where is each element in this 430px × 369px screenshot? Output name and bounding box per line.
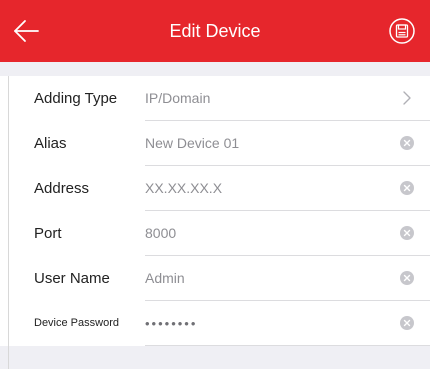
bottom-area: [0, 346, 430, 369]
user-name-label: User Name: [34, 270, 110, 287]
chevron-right-icon: [403, 91, 411, 105]
clear-icon[interactable]: [400, 226, 414, 240]
clear-icon[interactable]: [400, 316, 414, 330]
device-password-input[interactable]: ••••••••: [145, 301, 375, 346]
address-input[interactable]: [145, 166, 375, 211]
device-password-label: Device Password: [34, 317, 119, 329]
adding-type-label: Adding Type: [34, 90, 118, 107]
device-password-row: Device Password ••••••••: [0, 301, 430, 346]
clear-icon[interactable]: [400, 271, 414, 285]
address-label: Address: [34, 180, 90, 197]
port-row: Port: [0, 211, 430, 256]
section-spacer: [0, 62, 430, 76]
adding-type-row[interactable]: Adding Type IP/Domain: [0, 76, 430, 121]
clear-icon[interactable]: [400, 136, 414, 150]
user-name-row: User Name: [0, 256, 430, 301]
address-row: Address: [0, 166, 430, 211]
left-border: [8, 76, 9, 369]
adding-type-value: IP/Domain: [145, 90, 211, 106]
alias-label: Alias: [34, 135, 67, 152]
alias-input[interactable]: [145, 121, 375, 166]
save-button[interactable]: [388, 17, 416, 45]
alias-row: Alias: [0, 121, 430, 166]
header-bar: Edit Device: [0, 0, 430, 62]
save-icon: [389, 18, 415, 44]
user-name-input[interactable]: [145, 256, 375, 301]
device-form: Adding Type IP/Domain Alias Address Port: [0, 76, 430, 346]
page-title: Edit Device: [169, 21, 261, 41]
port-input[interactable]: [145, 211, 375, 256]
clear-icon[interactable]: [400, 181, 414, 195]
port-label: Port: [34, 225, 62, 242]
